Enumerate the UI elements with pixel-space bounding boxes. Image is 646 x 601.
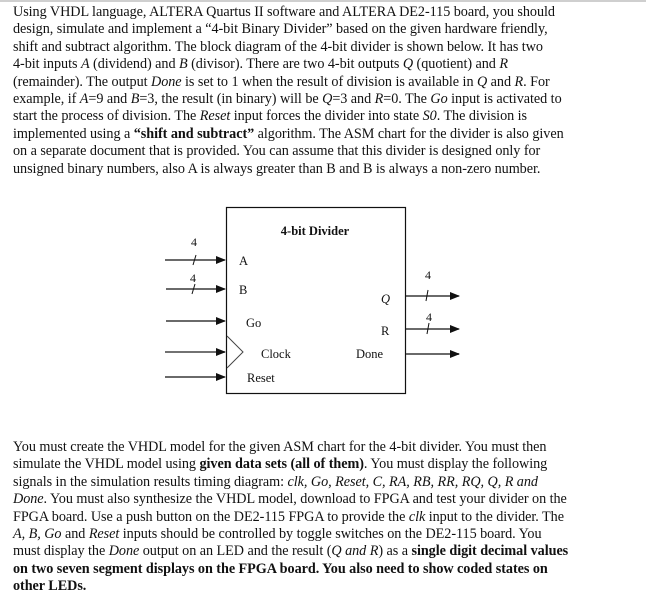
output-done: Done [356, 347, 460, 361]
text-line: You must create the VHDL model for the g… [13, 439, 638, 456]
italic-text: Done [108, 543, 140, 560]
input-reset: Reset [165, 371, 275, 385]
text-run: . You must also synthesize the VHDL mode… [43, 491, 567, 508]
text-line: on two seven segment displays on the FPG… [13, 561, 638, 578]
text-line: other LEDs. [13, 578, 638, 595]
text-line: simulate the VHDL model using given data… [13, 456, 638, 473]
clock-edge-triangle-icon [226, 335, 244, 369]
input-a-bus-width: 4 [191, 235, 197, 249]
text-run: You must create the VHDL model for the g… [13, 439, 547, 455]
input-b-label: B [239, 283, 247, 297]
italic-text: Q and R [331, 543, 379, 560]
italic-text: Done [13, 491, 44, 508]
output-q-bus-width: 4 [425, 268, 431, 282]
bold-text: on two seven segment displays on the FPG… [13, 560, 548, 577]
text-line: A, B, Go and Reset inputs should be cont… [13, 526, 638, 543]
text-line: signals in the simulation results timing… [13, 474, 638, 491]
input-b-bus-width: 4 [190, 271, 196, 285]
output-done-label: Done [356, 347, 384, 361]
output-r-bus-width: 4 [426, 310, 432, 324]
task-paragraph: You must create the VHDL model for the g… [13, 439, 638, 596]
input-a-label: A [239, 254, 248, 268]
bold-text: other LEDs. [13, 578, 87, 595]
text-run: ) as a [378, 543, 412, 560]
text-run: signals in the simulation results timing… [13, 473, 288, 490]
text-line: FPGA board. Use a push button on the DE2… [13, 509, 638, 526]
italic-text: clk, Go, Reset, C, RA, RB, RR, RQ, Q, R … [287, 473, 538, 490]
input-go-label: Go [246, 316, 261, 330]
text-run: and [61, 526, 89, 543]
output-r-label: R [381, 324, 390, 338]
text-run: FPGA board. Use a push button on the DE2… [13, 508, 409, 525]
text-line: must display the Done output on an LED a… [13, 543, 638, 560]
output-r: 4 R [381, 310, 460, 338]
text-run: must display the [13, 543, 109, 560]
italic-text: Reset [88, 526, 120, 543]
italic-text: A, B, Go [13, 526, 62, 543]
input-reset-label: Reset [247, 371, 275, 385]
input-clock: Clock [165, 335, 292, 369]
input-a: 4 A [165, 235, 248, 268]
text-run: inputs should be controlled by toggle sw… [119, 526, 542, 543]
output-q: 4 Q [381, 268, 460, 306]
text-run: . You must display the following [363, 456, 548, 473]
input-clock-label: Clock [261, 347, 292, 361]
input-b: 4 B [166, 271, 247, 297]
italic-text: clk [408, 508, 426, 525]
text-run: input to the divider. The [425, 508, 564, 525]
text-line: Done. You must also synthesize the VHDL … [13, 491, 638, 508]
output-q-label: Q [381, 292, 390, 306]
bold-text: single digit decimal values [411, 543, 569, 560]
input-go: Go [166, 316, 261, 330]
text-run: simulate the VHDL model using [13, 456, 200, 473]
divider-title: 4-bit Divider [281, 224, 350, 238]
bold-text: given data sets (all of them) [199, 456, 364, 473]
text-run: output on an LED and the result ( [139, 543, 332, 560]
